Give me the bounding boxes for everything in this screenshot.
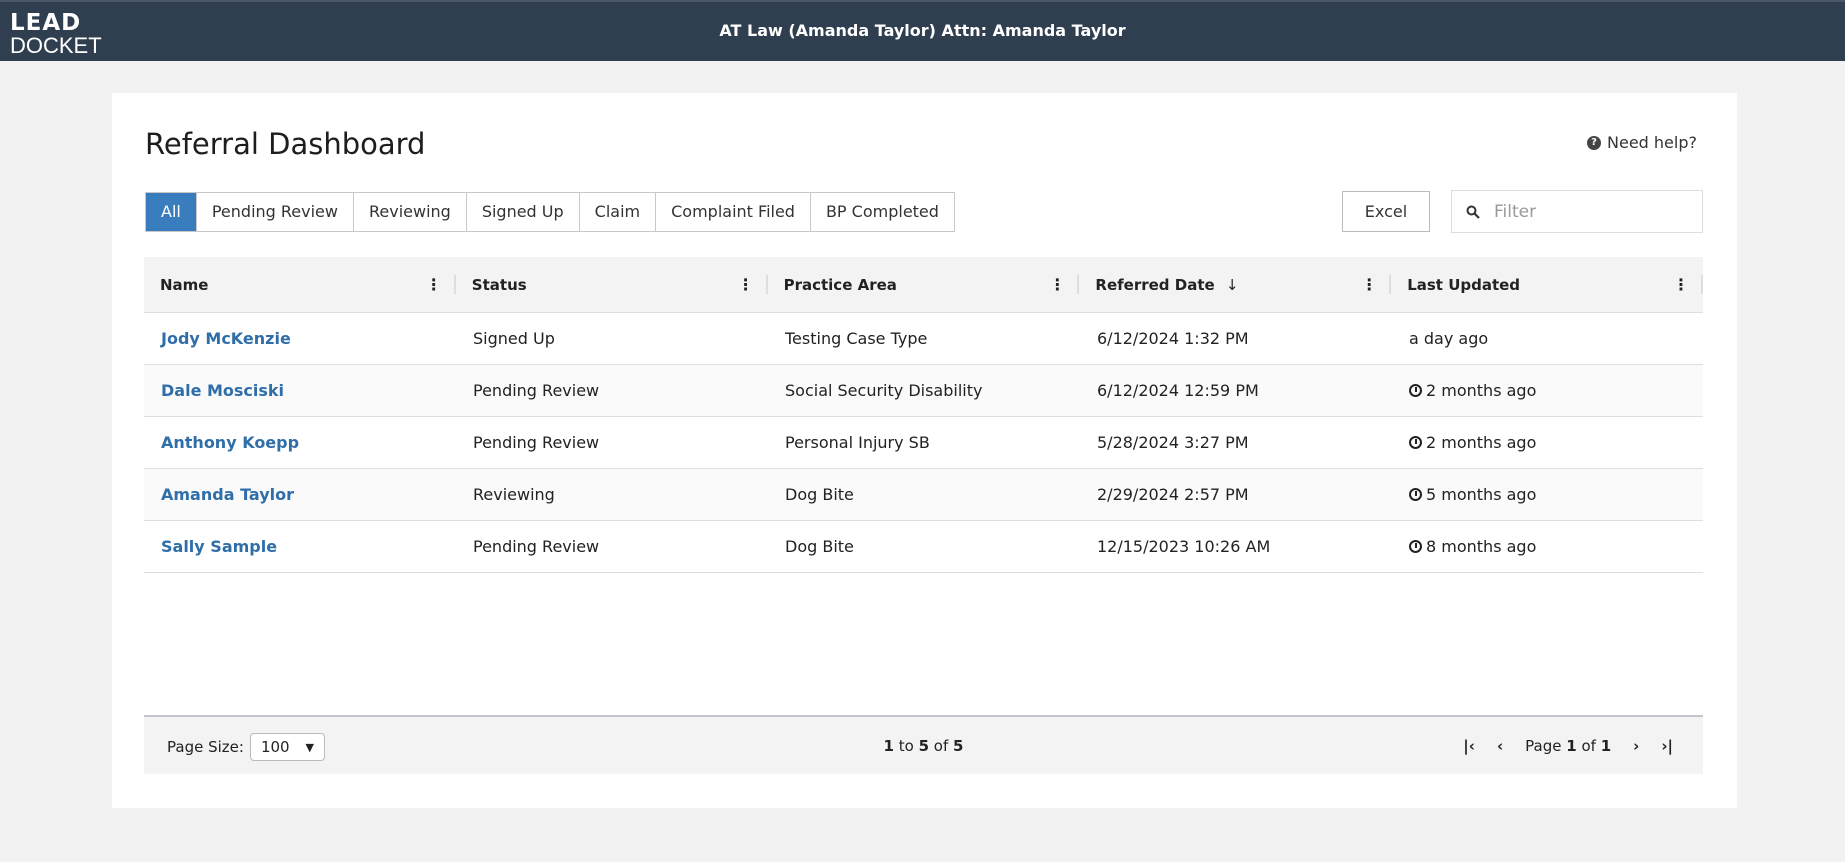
column-menu-icon[interactable]: ⋮ [1673,276,1689,293]
cell-date: 12/15/2023 10:26 AM [1097,537,1271,556]
cell-area: Dog Bite [785,537,854,556]
tab-bp-completed[interactable]: BP Completed [809,193,954,231]
tab-claim[interactable]: Claim [578,193,656,231]
table-row[interactable]: Sally Sample Pending Review Dog Bite 12/15/… [144,521,1703,573]
page-title: Referral Dashboard [145,127,426,161]
cell-area: Personal Injury SB [785,433,930,452]
referral-grid: Name ⋮ Status ⋮ Practice Area ⋮ Referred Date … [144,257,1703,573]
column-label: Last Updated [1407,275,1521,294]
grid-body: Jody McKenzie Signed Up Testing Case Type 6… [144,313,1703,573]
grid-header: Name ⋮ Status ⋮ Practice Area ⋮ Referred Date … [144,257,1703,313]
table-row[interactable]: Dale Mosciski Pending Review Social Securi… [144,365,1703,417]
column-menu-icon[interactable]: ⋮ [426,276,442,293]
cell-status: Pending Review [473,381,600,400]
prev-page-icon[interactable]: ‹ [1497,737,1503,755]
search-icon [1466,205,1480,219]
last-page-icon[interactable]: ›| [1661,737,1673,755]
column-label: Referred Date [1095,275,1215,294]
first-page-icon[interactable]: |‹ [1463,737,1475,755]
cell-date: 6/12/2024 12:59 PM [1097,381,1259,400]
clock-alert-icon [1409,384,1422,397]
sort-desc-icon: ↓ [1225,275,1239,294]
cell-area: Social Security Disability [785,381,983,400]
table-row[interactable]: Jody McKenzie Signed Up Testing Case Type 6… [144,313,1703,365]
cell-updated: 2 months ago [1391,381,1703,400]
tab-pending-review[interactable]: Pending Review [195,193,353,231]
column-menu-icon[interactable]: ⋮ [738,276,754,293]
clock-alert-icon [1409,436,1422,449]
cell-name[interactable]: Sally Sample [144,537,455,556]
filter-input[interactable] [1494,201,1684,222]
column-header-name[interactable]: Name ⋮ [144,275,456,294]
cell-name[interactable]: Amanda Taylor [144,485,455,504]
clock-alert-icon [1409,540,1422,553]
page-indicator: Page 1 of 1 [1525,737,1612,755]
updated-text: 2 months ago [1426,433,1537,452]
column-menu-icon[interactable]: ⋮ [1049,276,1065,293]
updated-text: 2 months ago [1426,381,1537,400]
cell-status: Reviewing [473,485,555,504]
clock-alert-icon [1409,488,1422,501]
updated-text: 5 months ago [1426,485,1537,504]
cell-name[interactable]: Dale Mosciski [144,381,455,400]
need-help-link[interactable]: ? Need help? [1587,133,1697,152]
column-header-referred-date[interactable]: Referred Date ↓ ⋮ [1079,275,1392,294]
tab-reviewing[interactable]: Reviewing [352,193,466,231]
updated-text: 8 months ago [1426,537,1537,556]
column-header-status[interactable]: Status ⋮ [456,275,768,294]
table-row[interactable]: Anthony Koepp Pending Review Personal Inju… [144,417,1703,469]
help-icon: ? [1587,135,1602,150]
filter-field[interactable] [1451,190,1703,233]
column-menu-icon[interactable]: ⋮ [1361,276,1377,293]
dashboard-card: Referral Dashboard ? Need help? All Pendi… [112,93,1737,808]
excel-export-button[interactable]: Excel [1342,191,1430,232]
pager: |‹ ‹ Page 1 of 1 › ›| [1463,737,1673,755]
column-label: Name [160,275,209,294]
cell-name[interactable]: Anthony Koepp [144,433,455,452]
cell-status: Pending Review [473,537,600,556]
cell-date: 2/29/2024 2:57 PM [1097,485,1249,504]
cell-updated: a day ago [1409,329,1489,348]
tab-signed-up[interactable]: Signed Up [465,193,579,231]
help-label: Need help? [1607,133,1697,152]
cell-status: Signed Up [473,329,555,348]
account-title: AT Law (Amanda Taylor) Attn: Amanda Tayl… [719,21,1126,40]
top-bar: LEAD DOCKET AT Law (Amanda Taylor) Attn:… [0,0,1845,61]
cell-updated: 8 months ago [1391,537,1703,556]
column-header-practice-area[interactable]: Practice Area ⋮ [768,275,1080,294]
tab-complaint-filed[interactable]: Complaint Filed [655,193,810,231]
next-page-icon[interactable]: › [1633,737,1639,755]
tab-all[interactable]: All [146,193,196,231]
table-row[interactable]: Amanda Taylor Reviewing Dog Bite 2/29/2024 … [144,469,1703,521]
column-header-last-updated[interactable]: Last Updated ⋮ [1391,275,1703,294]
cell-name[interactable]: Jody McKenzie [144,329,455,348]
cell-date: 6/12/2024 1:32 PM [1097,329,1249,348]
cell-area: Testing Case Type [785,329,928,348]
cell-date: 5/28/2024 3:27 PM [1097,433,1249,452]
cell-updated: 2 months ago [1391,433,1703,452]
cell-updated: 5 months ago [1391,485,1703,504]
column-label: Practice Area [783,275,897,294]
grid-footer: Page Size: 100 ▼ 1 to 5 of 5 |‹ ‹ Page 1… [144,715,1703,774]
column-label: Status [471,275,527,294]
status-tabs: All Pending Review Reviewing Signed Up Claim… [145,192,955,232]
cell-status: Pending Review [473,433,600,452]
cell-area: Dog Bite [785,485,854,504]
